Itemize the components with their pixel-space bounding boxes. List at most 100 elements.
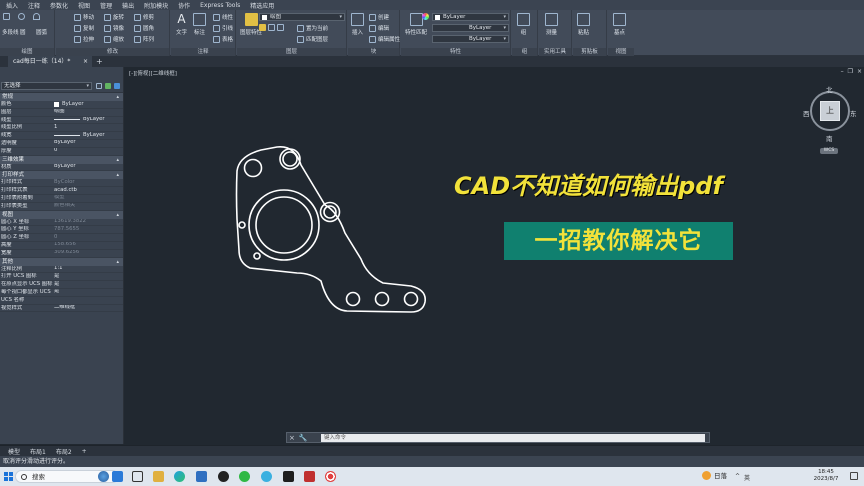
menu-insert[interactable]: 插入 xyxy=(6,1,18,10)
rotate-button[interactable]: 旋转 xyxy=(104,13,124,21)
close-command-icon[interactable]: × xyxy=(289,433,295,443)
props-row[interactable]: 线宽 ByLayer xyxy=(0,132,123,140)
props-row[interactable]: 线型比例 1 xyxy=(0,124,123,133)
props-row[interactable]: 打印样式表 acad.ctb xyxy=(0,187,123,195)
menu-featured-apps[interactable]: 精选应用 xyxy=(250,1,274,10)
compass-east[interactable]: 东 xyxy=(850,108,857,118)
tab-model[interactable]: 模型 xyxy=(8,447,20,456)
circle-button[interactable] xyxy=(18,13,25,20)
measure-button[interactable]: 测量 xyxy=(545,13,558,36)
base-point-button[interactable]: 基点 xyxy=(613,13,626,36)
panel-draw-label[interactable]: 绘图 xyxy=(0,48,54,56)
notification-icon[interactable] xyxy=(850,472,858,480)
props-row-value[interactable]: ByLayer xyxy=(54,101,123,108)
props-row-value[interactable]: 309.6256 xyxy=(54,250,123,257)
panel-layers-label[interactable]: 图层 xyxy=(237,48,346,56)
scale-button[interactable]: 缩放 xyxy=(104,35,124,43)
props-row[interactable]: 图层 绘图 xyxy=(0,109,123,117)
quick-select-icon[interactable] xyxy=(114,83,120,89)
compass-south[interactable]: 南 xyxy=(826,133,833,143)
tab-layout2[interactable]: 布局2 xyxy=(56,447,72,456)
props-row[interactable]: 圆心 Z 坐标 0 xyxy=(0,234,123,242)
weather-widget[interactable]: 日落 xyxy=(702,470,727,480)
menu-addins[interactable]: 附加模块 xyxy=(144,1,168,10)
props-row-value[interactable]: 0 xyxy=(54,234,123,241)
panel-modify-label[interactable]: 修改 xyxy=(56,48,169,56)
customize-wrench-icon[interactable]: 🔧 xyxy=(299,433,308,443)
panel-block-label[interactable]: 块 xyxy=(348,48,399,56)
props-row-value[interactable]: 是 xyxy=(54,281,123,288)
props-section-header[interactable]: 三维效果 xyxy=(0,155,123,164)
menu-express-tools[interactable]: Express Tools xyxy=(200,2,240,9)
select-objects-icon[interactable] xyxy=(105,83,111,89)
panel-view-label[interactable]: 视图 xyxy=(608,48,634,56)
panel-groups-label[interactable]: 组 xyxy=(512,48,537,56)
selection-dropdown[interactable]: 无选择 xyxy=(1,82,92,90)
edit-block-button[interactable]: 编辑 xyxy=(369,24,389,32)
props-row-value[interactable]: ByColor xyxy=(54,179,123,186)
tab-layout1[interactable]: 布局1 xyxy=(30,447,46,456)
taskbar-app-icon[interactable] xyxy=(112,471,123,482)
text-button[interactable]: A 文字 xyxy=(175,13,188,37)
props-row[interactable]: UCS 名称 xyxy=(0,297,123,305)
lock-icon[interactable] xyxy=(277,24,284,31)
props-section-header[interactable]: 其他 xyxy=(0,257,123,266)
props-row[interactable]: 线型 ByLayer xyxy=(0,117,123,125)
add-layout-button[interactable]: + xyxy=(82,448,87,455)
screen-recorder-icon[interactable] xyxy=(325,471,336,482)
props-row[interactable]: 视觉样式 二维线框 xyxy=(0,305,123,313)
props-row-value[interactable]: 787.5655 xyxy=(54,226,123,233)
props-row[interactable]: 颜色 ByLayer xyxy=(0,101,123,109)
menu-parametric[interactable]: 参数化 xyxy=(50,1,68,10)
match-layer-button[interactable]: 匹配图层 xyxy=(297,35,328,43)
panel-utilities-label[interactable]: 实用工具 xyxy=(539,48,571,56)
props-row-value[interactable]: ByLayer xyxy=(54,140,123,147)
props-row-value[interactable]: 158.656 xyxy=(54,242,123,249)
command-input[interactable]: 键入命令 xyxy=(321,434,705,442)
polyline-button[interactable] xyxy=(3,13,10,20)
linear-button[interactable]: 线性 xyxy=(213,13,233,21)
task-view-icon[interactable] xyxy=(132,471,143,482)
color-dropdown[interactable]: ByLayer xyxy=(432,13,509,21)
mail-icon[interactable] xyxy=(196,471,207,482)
panel-properties-label[interactable]: 特性 xyxy=(401,48,510,56)
props-section-header[interactable]: 打印样式 xyxy=(0,171,123,180)
props-row[interactable]: 透明度 ByLayer xyxy=(0,140,123,148)
props-row-value[interactable]: 0 xyxy=(54,148,123,155)
input-method-indicator[interactable]: 英 xyxy=(744,473,750,482)
props-row[interactable]: 打开 UCS 图标 是 xyxy=(0,273,123,282)
edge-browser-icon[interactable] xyxy=(174,471,185,482)
props-section-header[interactable]: 视图 xyxy=(0,210,123,219)
props-row[interactable]: 在原点显示 UCS 图标是 xyxy=(0,281,123,289)
lineweight-dropdown[interactable]: ByLayer xyxy=(432,35,509,43)
props-row[interactable]: 高度 158.656 xyxy=(0,242,123,250)
file-explorer-icon[interactable] xyxy=(153,471,164,482)
insert-block-button[interactable]: 插入 xyxy=(351,13,364,36)
toggle-pickadd-icon[interactable] xyxy=(96,83,102,89)
props-row-value[interactable] xyxy=(54,297,123,304)
props-row-value[interactable]: 1 xyxy=(54,124,123,131)
wcs-menu-button[interactable]: WCS xyxy=(820,148,838,154)
move-button[interactable]: 移动 xyxy=(74,13,94,21)
edit-attributes-button[interactable]: 编辑属性 xyxy=(369,35,400,43)
props-row-value[interactable]: 1:1 xyxy=(54,266,123,273)
props-row[interactable]: 打印表类型 颜色相关 xyxy=(0,203,123,211)
props-row[interactable]: 材质 ByLayer xyxy=(0,164,123,172)
wechat-icon[interactable] xyxy=(239,471,250,482)
color-wheel-icon[interactable] xyxy=(422,13,429,20)
menu-output[interactable]: 输出 xyxy=(122,1,134,10)
props-row-value[interactable]: ByLayer xyxy=(54,117,123,124)
props-row[interactable]: 宽度 309.6256 xyxy=(0,250,123,258)
copy-button[interactable]: 复制 xyxy=(74,24,94,32)
array-button[interactable]: 阵列 xyxy=(134,35,154,43)
paste-button[interactable]: 粘贴 xyxy=(577,13,590,36)
panel-annotation-label[interactable]: 注释 xyxy=(171,48,235,56)
stretch-button[interactable]: 拉伸 xyxy=(74,35,94,43)
props-row-value[interactable]: 是 xyxy=(54,289,123,296)
props-row[interactable]: 圆心 X 坐标 13619.3822 xyxy=(0,219,123,227)
compass-north[interactable]: 北 xyxy=(826,84,833,94)
close-tab-icon[interactable]: × xyxy=(83,56,88,67)
mirror-button[interactable]: 镜像 xyxy=(104,24,124,32)
trim-button[interactable]: 修剪 xyxy=(134,13,154,21)
taskbar-app-avatar-icon[interactable] xyxy=(98,471,109,482)
